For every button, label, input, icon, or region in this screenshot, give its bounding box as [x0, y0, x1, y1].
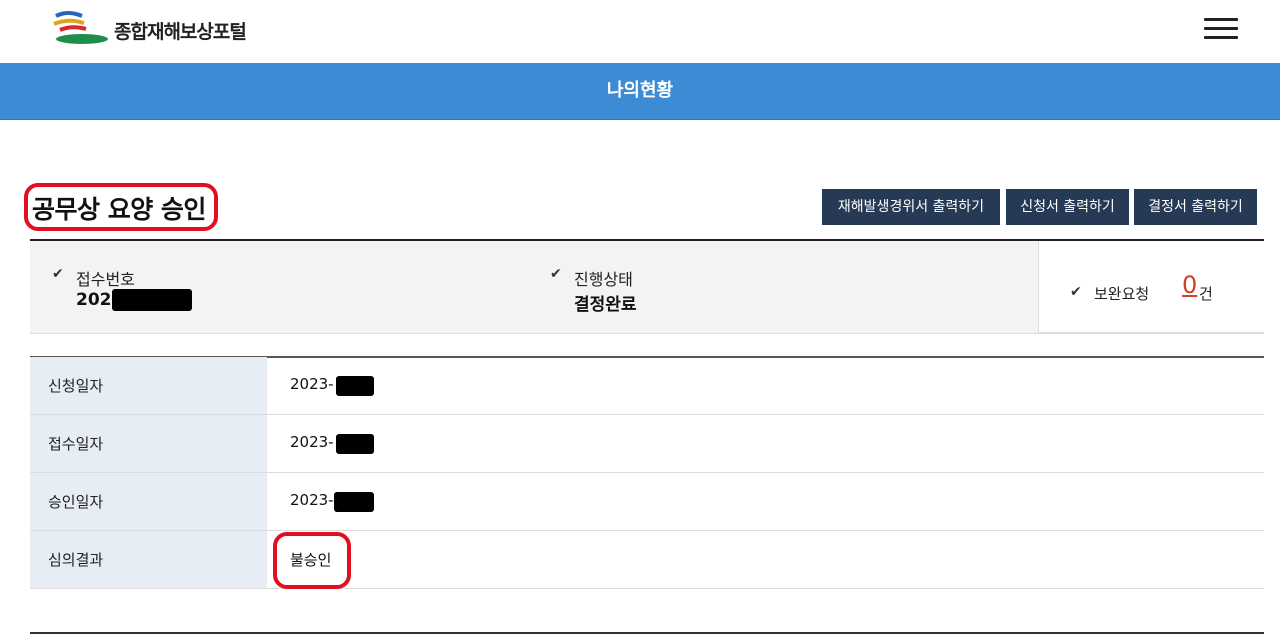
row-header: 승인일자 [30, 473, 267, 530]
review-result-label: 심의결과 [48, 551, 104, 569]
check-icon: ✔ [550, 266, 562, 282]
table-row: 신청일자 2023- [30, 357, 1264, 415]
redaction-block [336, 434, 374, 454]
hamburger-menu-icon[interactable] [1204, 16, 1240, 40]
check-icon: ✔ [52, 266, 64, 282]
receipt-number-label: 접수번호 [76, 270, 135, 289]
approval-date-value: 2023- [290, 491, 334, 509]
receipt-date-value: 2023- [290, 433, 334, 451]
table-row: 접수일자 2023- [30, 415, 1264, 473]
application-date-value: 2023- [290, 375, 334, 393]
site-header: 종합재해보상포털 [0, 0, 1280, 63]
logo-text[interactable]: 종합재해보상포털 [114, 17, 247, 44]
progress-status-value: 결정완료 [574, 295, 637, 315]
check-icon: ✔ [1070, 284, 1082, 300]
table-row: 심의결과 불승인 [30, 531, 1264, 589]
redaction-block [112, 289, 192, 311]
row-header: 심의결과 [30, 531, 267, 588]
print-decision-button[interactable]: 결정서 출력하기 [1134, 189, 1257, 225]
result-highlight-annotation [273, 532, 351, 589]
redaction-block [336, 376, 374, 396]
title-highlight-annotation [24, 183, 218, 231]
supplement-count-link[interactable]: 0 [1182, 271, 1197, 299]
table-row: 승인일자 2023- [30, 473, 1264, 531]
print-accident-report-button[interactable]: 재해발생경위서 출력하기 [822, 189, 1000, 225]
application-date-label: 신청일자 [48, 377, 104, 395]
divider [30, 632, 1264, 634]
redaction-block [334, 492, 374, 512]
supplement-request-label: 보완요청 [1094, 285, 1150, 303]
progress-status-label: 진행상태 [574, 270, 633, 289]
page-banner: 나의현황 [0, 63, 1280, 120]
supplement-count-unit: 건 [1199, 285, 1213, 303]
row-header: 접수일자 [30, 415, 267, 472]
receipt-date-label: 접수일자 [48, 435, 104, 453]
row-header: 신청일자 [30, 357, 267, 414]
receipt-number-value: 202 [76, 290, 112, 310]
logo-icon[interactable] [52, 10, 112, 46]
print-application-button[interactable]: 신청서 출력하기 [1006, 189, 1129, 225]
approval-date-label: 승인일자 [48, 493, 104, 511]
